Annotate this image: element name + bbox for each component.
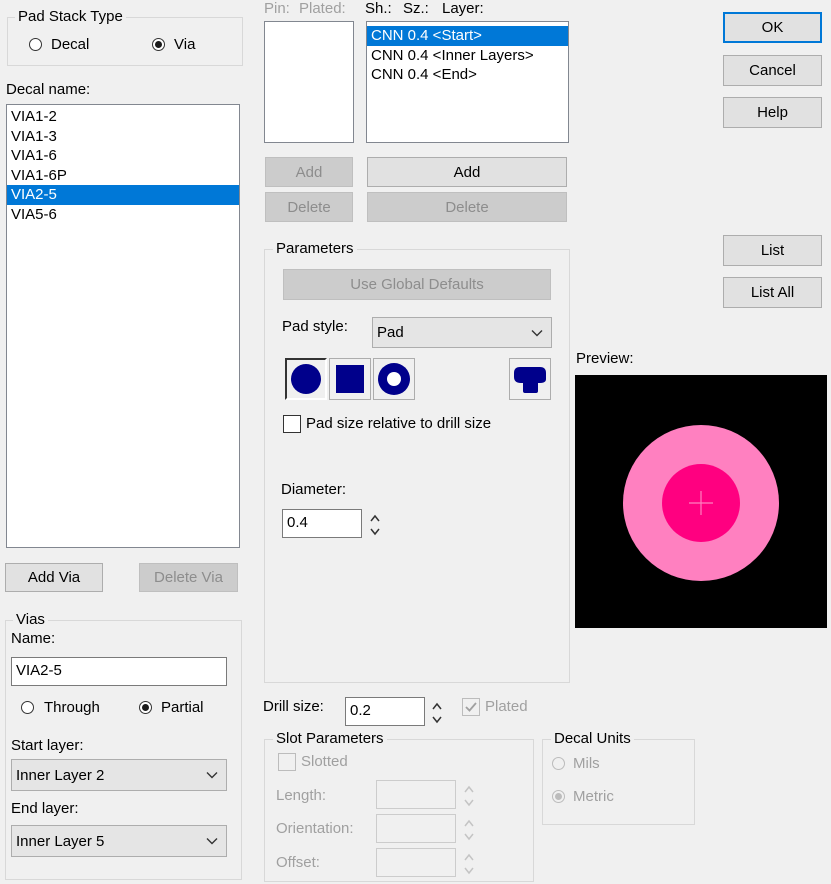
preview-canvas: [575, 375, 827, 628]
plated-label[interactable]: Plated: [485, 698, 528, 716]
annular-pad-button[interactable]: [373, 358, 415, 400]
list-all-button[interactable]: List All: [723, 277, 822, 308]
pin-add-button[interactable]: Add: [265, 157, 353, 187]
slot-orientation-label: Orientation:: [276, 820, 354, 837]
slot-length-input[interactable]: [376, 780, 456, 809]
drill-size-input[interactable]: 0.2: [345, 697, 425, 726]
pad-stack-type-title: Pad Stack Type: [15, 9, 126, 25]
shape-header: Sh.:: [365, 0, 392, 17]
parameters-title: Parameters: [273, 241, 357, 257]
through-radio-circle[interactable]: [21, 701, 34, 714]
layer-list-item[interactable]: CNN 0.4 <End>: [367, 65, 568, 85]
layer-list-item[interactable]: CNN 0.4 <Inner Layers>: [367, 46, 568, 66]
delete-via-button[interactable]: Delete Via: [139, 563, 238, 592]
end-layer-label: End layer:: [11, 800, 79, 817]
via-radio-label[interactable]: Via: [174, 36, 195, 54]
preview-label: Preview:: [576, 350, 634, 367]
list-button[interactable]: List: [723, 235, 822, 266]
odd-pad-button[interactable]: [509, 358, 551, 400]
decal-list-item[interactable]: VIA2-5: [7, 185, 239, 205]
decal-list-item[interactable]: VIA1-3: [7, 127, 239, 147]
cancel-button[interactable]: Cancel: [723, 55, 822, 86]
round-pad-icon: [291, 364, 321, 394]
via-name-label: Name:: [11, 630, 56, 647]
through-radio-label[interactable]: Through: [44, 699, 100, 717]
pad-size-relative-box[interactable]: [283, 415, 301, 433]
decal-list-item[interactable]: VIA1-6: [7, 146, 239, 166]
diameter-label: Diameter:: [281, 481, 347, 498]
start-layer-select[interactable]: Inner Layer 2: [11, 759, 227, 791]
layer-header: Layer:: [442, 0, 484, 17]
add-via-button[interactable]: Add Via: [5, 563, 103, 592]
slotted-label[interactable]: Slotted: [301, 753, 348, 771]
pad-style-label: Pad style:: [282, 318, 348, 335]
diameter-input[interactable]: 0.4: [282, 509, 362, 538]
metric-radio-circle[interactable]: [552, 790, 565, 803]
square-pad-button[interactable]: [329, 358, 371, 400]
decal-radio-label[interactable]: Decal: [51, 36, 89, 54]
pad-style-select[interactable]: Pad: [372, 317, 552, 348]
odd-pad-icon: [514, 367, 546, 393]
mils-radio-label[interactable]: Mils: [573, 755, 600, 773]
pin-header: Pin:: [264, 0, 290, 17]
slot-orientation-input[interactable]: [376, 814, 456, 843]
slot-offset-label: Offset:: [276, 854, 320, 871]
slot-length-spinner-icon[interactable]: [462, 783, 476, 809]
start-layer-value: Inner Layer 2: [16, 766, 105, 784]
partial-radio-label[interactable]: Partial: [161, 699, 204, 717]
slot-parameters-title: Slot Parameters: [273, 731, 387, 747]
pin-delete-button[interactable]: Delete: [265, 192, 353, 222]
plated-header: Plated:: [299, 0, 346, 17]
diameter-spinner-icon[interactable]: [368, 512, 382, 538]
slot-offset-spinner-icon[interactable]: [462, 851, 476, 877]
pin-list[interactable]: [264, 21, 354, 143]
slot-orientation-spinner-icon[interactable]: [462, 817, 476, 843]
round-pad-button[interactable]: [285, 358, 327, 400]
decal-list-item[interactable]: VIA5-6: [7, 205, 239, 225]
checkmark-icon: [465, 702, 477, 712]
decal-name-label: Decal name:: [6, 81, 91, 98]
chevron-down-icon: [531, 329, 543, 336]
decal-list-item[interactable]: VIA1-2: [7, 107, 239, 127]
layer-delete-button[interactable]: Delete: [367, 192, 567, 222]
slot-length-label: Length:: [276, 787, 327, 804]
drill-size-spinner-icon[interactable]: [430, 700, 444, 726]
chevron-down-icon: [206, 838, 218, 845]
decal-name-list[interactable]: VIA1-2 VIA1-3 VIA1-6 VIA1-6P VIA2-5 VIA5-6: [6, 104, 240, 548]
partial-radio-circle[interactable]: [139, 701, 152, 714]
end-layer-select[interactable]: Inner Layer 5: [11, 825, 227, 857]
layer-list-item[interactable]: CNN 0.4 <Start>: [367, 26, 568, 46]
via-name-input[interactable]: VIA2-5: [11, 657, 227, 686]
pad-preview-icon: [623, 425, 779, 581]
pad-size-relative-label[interactable]: Pad size relative to drill size: [306, 415, 491, 433]
decal-units-group: [542, 739, 695, 825]
metric-radio-label[interactable]: Metric: [573, 788, 614, 806]
use-global-defaults-button[interactable]: Use Global Defaults: [283, 269, 551, 300]
decal-units-title: Decal Units: [551, 731, 634, 747]
start-layer-label: Start layer:: [11, 737, 84, 754]
help-button[interactable]: Help: [723, 97, 822, 128]
square-pad-icon: [336, 365, 364, 393]
chevron-down-icon: [206, 772, 218, 779]
drill-size-label: Drill size:: [263, 698, 324, 715]
size-header: Sz.:: [403, 0, 429, 17]
parameters-group: [264, 249, 570, 683]
layer-add-button[interactable]: Add: [367, 157, 567, 187]
mils-radio-circle[interactable]: [552, 757, 565, 770]
slotted-box[interactable]: [278, 753, 296, 771]
via-radio-circle[interactable]: [152, 38, 165, 51]
ok-button[interactable]: OK: [723, 12, 822, 43]
decal-list-item[interactable]: VIA1-6P: [7, 166, 239, 186]
slot-offset-input[interactable]: [376, 848, 456, 877]
end-layer-value: Inner Layer 5: [16, 832, 105, 850]
layer-list[interactable]: CNN 0.4 <Start> CNN 0.4 <Inner Layers> CNN…: [366, 21, 569, 143]
annular-pad-icon: [378, 363, 410, 395]
pad-style-value: Pad: [377, 324, 404, 341]
decal-radio-circle[interactable]: [29, 38, 42, 51]
vias-title: Vias: [13, 612, 48, 628]
